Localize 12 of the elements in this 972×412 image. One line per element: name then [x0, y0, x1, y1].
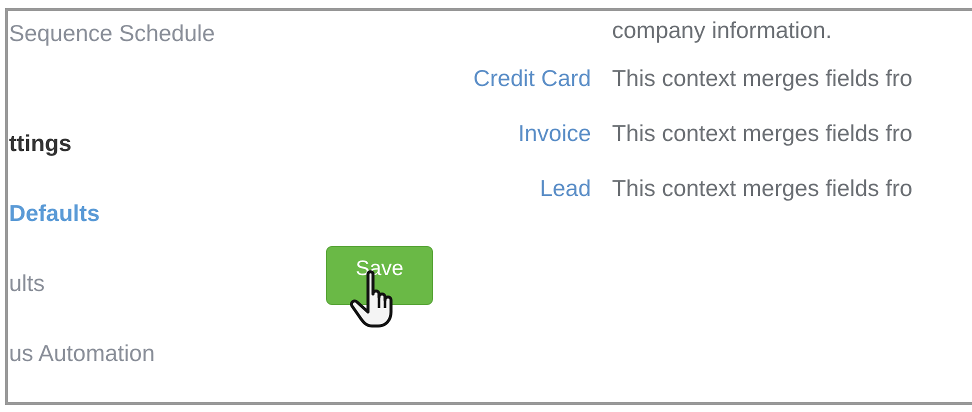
context-link[interactable]: Invoice — [311, 120, 591, 147]
sidebar-link[interactable]: ults — [9, 269, 45, 297]
context-link[interactable]: Credit Card — [311, 65, 591, 92]
context-description: This context merges fields fro — [612, 120, 912, 147]
context-link[interactable]: Lead — [311, 175, 591, 202]
section-heading: ttings — [9, 129, 72, 157]
context-description: company information. — [612, 17, 832, 44]
sidebar-link[interactable]: Sequence Schedule — [9, 19, 215, 47]
context-description: This context merges fields fro — [612, 175, 912, 202]
sidebar-link[interactable]: Defaults — [9, 199, 100, 227]
context-description: This context merges fields fro — [612, 65, 912, 92]
sidebar-link[interactable]: us Automation — [9, 339, 155, 367]
